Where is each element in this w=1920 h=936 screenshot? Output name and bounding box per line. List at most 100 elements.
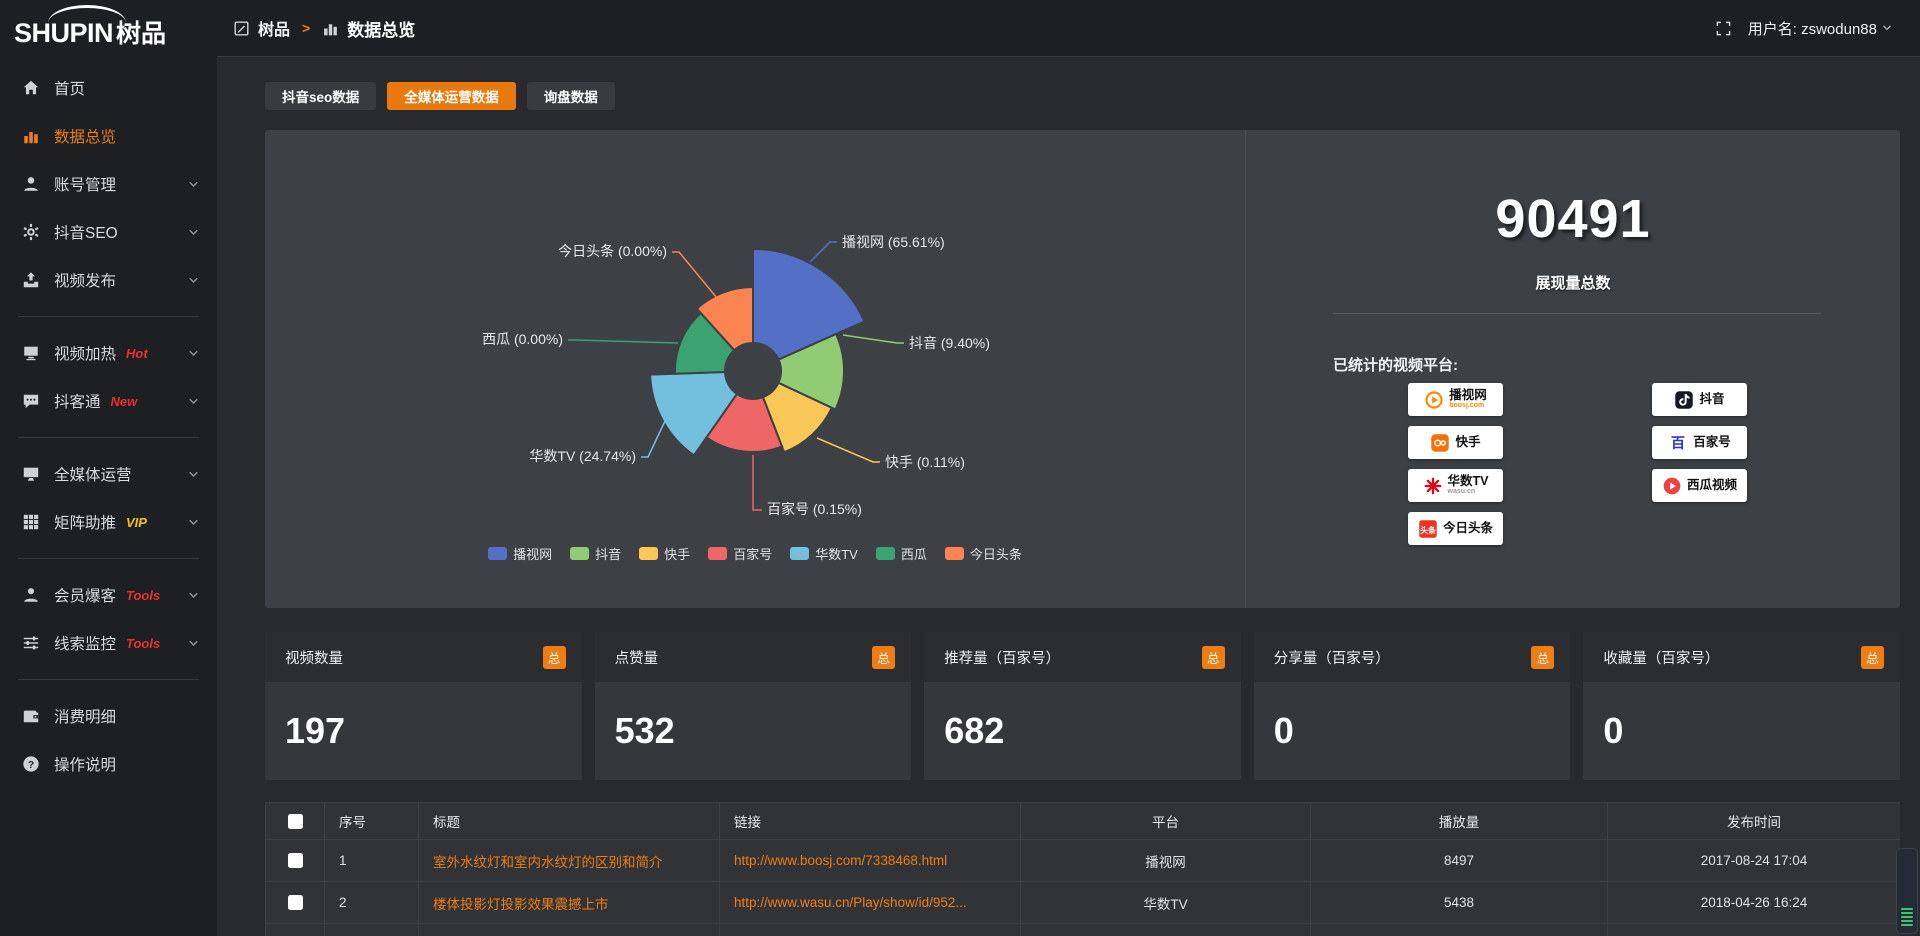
cell-empty (1311, 924, 1608, 936)
grid-icon (22, 513, 40, 531)
sidebar-item-label: 矩阵助推 (54, 511, 116, 533)
pie-label-line (568, 340, 678, 343)
toutiao-logo: 头条 (1418, 519, 1438, 539)
stat-card-body: 532 (595, 682, 912, 780)
platform-badge-播视网[interactable]: 播视网boosj.com (1408, 383, 1503, 416)
stat-card-分享量（百家号）: 分享量（百家号）总 0 (1254, 632, 1571, 780)
pie-chart-area: 播视网 (65.61%)抖音 (9.40%)快手 (0.11%)百家号 (0.1… (265, 130, 1245, 608)
breadcrumb: 树品 > 数据总览 (233, 16, 415, 41)
logo-arc-decoration (48, 5, 126, 23)
platform-badge-text: 今日头条 (1443, 522, 1493, 535)
total-badge[interactable]: 总 (1202, 646, 1225, 669)
legend-item-今日头条[interactable]: 今日头条 (945, 544, 1022, 563)
sidebar-item-全媒体运营[interactable]: 全媒体运营 (0, 450, 217, 498)
sidebar-item-操作说明[interactable]: ?操作说明 (0, 740, 217, 788)
legend-item-华数TV[interactable]: 华数TV (790, 544, 858, 563)
platform-badge-百家号[interactable]: 百百家号 (1652, 426, 1747, 459)
sidebar-item-线索监控[interactable]: 线索监控Tools (0, 619, 217, 667)
cell-empty (266, 924, 325, 936)
home-icon (22, 79, 40, 97)
sidebar-item-label: 账号管理 (54, 173, 116, 195)
sidebar-item-视频加热[interactable]: 视频加热Hot (0, 329, 217, 377)
platform-name: 百家号 (1693, 436, 1731, 449)
video-title-link[interactable]: 室外水纹灯和室内水纹灯的区别和简介 (433, 855, 663, 870)
row-checkbox[interactable] (288, 853, 303, 868)
rose-pie-chart[interactable]: 播视网 (65.61%)抖音 (9.40%)快手 (0.11%)百家号 (0.1… (265, 130, 1245, 608)
chevron-down-icon (1880, 21, 1894, 35)
floating-widget[interactable] (1896, 848, 1918, 934)
tab-询盘数据[interactable]: 询盘数据 (527, 82, 615, 110)
fullscreen-icon[interactable] (1715, 20, 1732, 37)
stat-card-header: 收藏量（百家号）总 (1583, 632, 1900, 682)
sidebar-item-消费明细[interactable]: 消费明细 (0, 692, 217, 740)
tab-全媒体运营数据[interactable]: 全媒体运营数据 (387, 82, 516, 110)
breadcrumb-separator: > (302, 20, 310, 36)
cell-empty (419, 924, 720, 936)
sliders-icon (22, 634, 40, 652)
sidebar-item-视频发布[interactable]: 视频发布 (0, 256, 217, 304)
total-badge[interactable]: 总 (1531, 646, 1554, 669)
cell-plays: 8497 (1311, 840, 1608, 882)
stat-card-header: 分享量（百家号）总 (1254, 632, 1571, 682)
stat-card-body: 197 (265, 682, 582, 780)
sidebar-item-账号管理[interactable]: 账号管理 (0, 160, 217, 208)
breadcrumb-root[interactable]: 树品 (258, 16, 290, 40)
video-title-link[interactable]: 楼体投影灯投影效果震撼上市 (433, 897, 609, 912)
pie-label-line (843, 335, 904, 343)
sidebar-item-会员爆客[interactable]: 会员爆客Tools (0, 571, 217, 619)
sidebar-item-首页[interactable]: 首页 (0, 64, 217, 112)
total-badge[interactable]: 总 (543, 646, 566, 669)
stat-card-value: 682 (944, 710, 1004, 752)
boosj-logo (1424, 390, 1444, 410)
total-badge[interactable]: 总 (872, 646, 895, 669)
monitor-icon (22, 465, 40, 483)
cell-empty (1608, 924, 1901, 936)
legend-label: 播视网 (513, 544, 552, 563)
pie-label-西瓜: 西瓜 (0.00%) (482, 331, 563, 347)
pie-label-line (810, 242, 837, 262)
sidebar-menu: 首页数据总览账号管理抖音SEO视频发布视频加热Hot抖客通New全媒体运营矩阵助… (0, 64, 217, 788)
legend-item-百家号[interactable]: 百家号 (708, 544, 772, 563)
sidebar-item-数据总览[interactable]: 数据总览 (0, 112, 217, 160)
tab-抖音seo数据[interactable]: 抖音seo数据 (265, 82, 376, 110)
legend-item-西瓜[interactable]: 西瓜 (876, 544, 927, 563)
platform-badge-抖音[interactable]: 抖音 (1652, 383, 1747, 416)
legend-item-快手[interactable]: 快手 (639, 544, 690, 563)
sidebar-item-抖音SEO[interactable]: 抖音SEO (0, 208, 217, 256)
bar-chart-icon (22, 127, 40, 145)
stat-card-body: 0 (1254, 682, 1571, 780)
legend-item-抖音[interactable]: 抖音 (570, 544, 621, 563)
legend-item-播视网[interactable]: 播视网 (488, 544, 552, 563)
sidebar-item-label: 消费明细 (54, 705, 116, 727)
video-url-link[interactable]: http://www.boosj.com/7338468.html (734, 853, 947, 868)
stat-card-点赞量: 点赞量总532 (595, 632, 912, 780)
platform-name: 华数TV (1448, 475, 1489, 488)
sidebar-item-矩阵助推[interactable]: 矩阵助推VIP (0, 498, 217, 546)
legend-label: 华数TV (815, 544, 858, 563)
legend-label: 快手 (664, 544, 690, 563)
column-header-播放量: 播放量 (1311, 803, 1608, 840)
brand-logo[interactable]: SHUPIN树品 (0, 0, 217, 64)
total-badge[interactable]: 总 (1861, 646, 1884, 669)
username-menu[interactable]: 用户名: zswodun88 (1748, 18, 1894, 39)
cell-empty (720, 924, 1021, 936)
platform-badge-text: 西瓜视频 (1687, 479, 1737, 492)
sidebar-item-tag: Hot (126, 346, 148, 361)
user-area: 用户名: zswodun88 (1715, 18, 1894, 39)
pie-label-华数TV: 华数TV (24.74%) (529, 448, 636, 464)
sidebar-item-label: 操作说明 (54, 753, 116, 775)
stat-card-value: 532 (615, 710, 675, 752)
video-url-link[interactable]: http://www.wasu.cn/Play/show/id/952... (734, 895, 967, 910)
pie-slice-播视网[interactable] (753, 249, 865, 360)
platform-badge-快手[interactable]: 快手 (1408, 426, 1503, 459)
stat-card-header: 视频数量总 (265, 632, 582, 682)
platform-badge-华数TV[interactable]: 华数TVwasu.cn (1408, 469, 1503, 502)
platform-badge-今日头条[interactable]: 头条今日头条 (1408, 512, 1503, 545)
platform-badge-西瓜视频[interactable]: 西瓜视频 (1652, 469, 1747, 502)
platform-sub: wasu.cn (1448, 488, 1489, 495)
select-all-checkbox[interactable] (288, 814, 303, 829)
stat-card-value: 0 (1274, 710, 1294, 752)
row-checkbox[interactable] (288, 895, 303, 910)
legend-label: 西瓜 (901, 544, 927, 563)
sidebar-item-抖客通[interactable]: 抖客通New (0, 377, 217, 425)
